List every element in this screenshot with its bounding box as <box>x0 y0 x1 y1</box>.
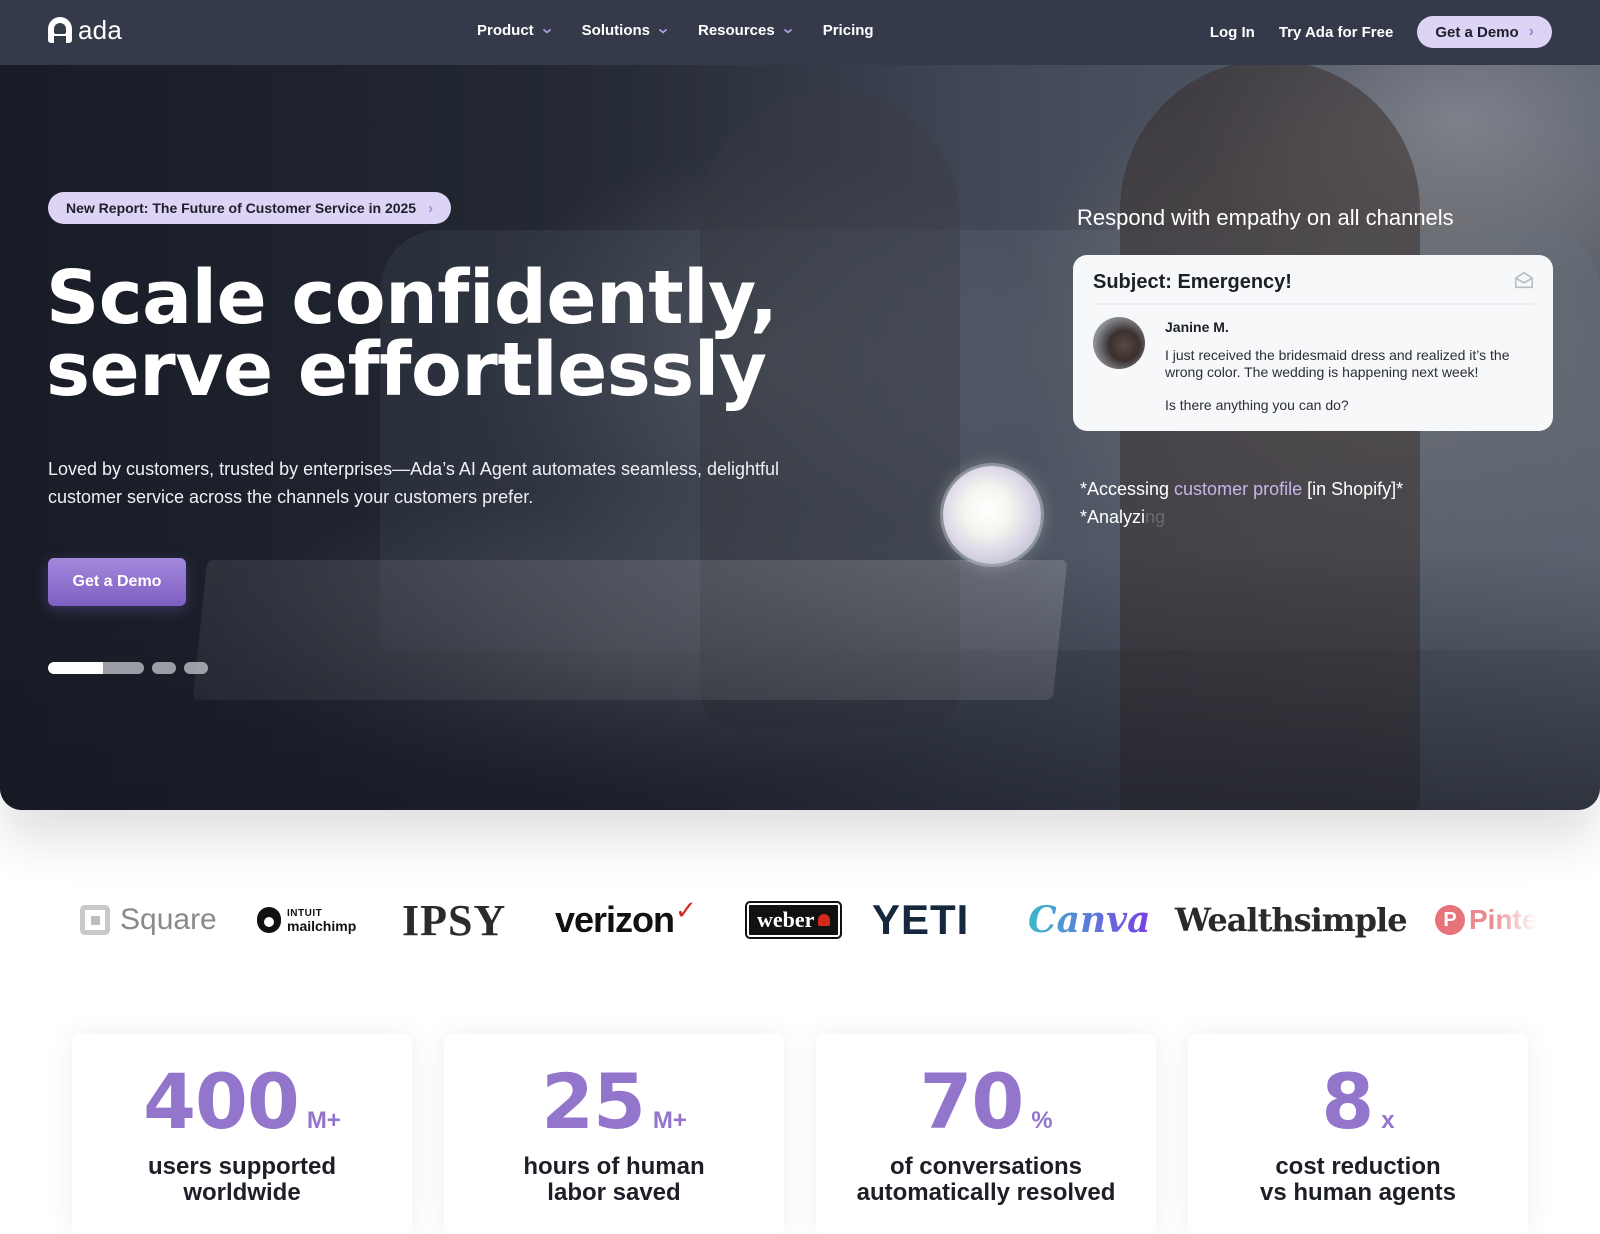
nav-product[interactable]: Product <box>477 22 552 39</box>
nav-resources[interactable]: Resources <box>698 22 793 39</box>
new-report-label: New Report: The Future of Customer Servi… <box>66 200 417 216</box>
nav-actions: Log In Try Ada for Free Get a Demo › <box>1210 16 1552 48</box>
grill-icon <box>818 914 831 926</box>
chevron-right-icon: › <box>1528 23 1534 40</box>
carousel-indicators <box>48 662 208 674</box>
nav-solutions-label: Solutions <box>581 22 650 39</box>
chevron-down-icon <box>658 28 668 34</box>
logo-canva: Canva <box>1028 895 1150 945</box>
logo-verizon: verizon ✓ <box>555 894 697 945</box>
ai-status-typed: *Analyzi <box>1080 507 1146 527</box>
stats-section: 400 M+ users supported worldwide 25 M+ hour… <box>72 1034 1528 1234</box>
stat-unit: % <box>1031 1107 1053 1134</box>
email-body: I just received the bridesmaid dress and… <box>1165 347 1510 380</box>
main-menu: Product Solutions Resources Pricing <box>477 22 904 39</box>
stat-unit: M+ <box>652 1107 687 1134</box>
nav-get-demo-button[interactable]: Get a Demo › <box>1417 16 1552 48</box>
chevron-right-icon: › <box>428 199 434 217</box>
stat-label: of conversations automatically resolved <box>856 1153 1116 1206</box>
logo-pinterest-text: Pinte <box>1469 904 1538 935</box>
logo-wealthsimple: Wealthsimple <box>1175 901 1408 939</box>
stat-value: 8 <box>1321 1057 1374 1146</box>
stat-card: 25 M+ hours of human labor saved <box>444 1034 784 1234</box>
ada-logo[interactable]: ada <box>48 17 122 43</box>
carousel-progress-fill <box>48 662 103 674</box>
ai-status-highlight: customer profile <box>1174 479 1303 499</box>
logo-text: ada <box>78 15 122 45</box>
ai-status-ghost: ng <box>1145 507 1166 527</box>
email-preview-card: Subject: Emergency! Janine M. I just rec… <box>1073 255 1553 431</box>
chevron-down-icon <box>783 28 792 34</box>
nav-resources-label: Resources <box>698 22 775 39</box>
stat-card: 400 M+ users supported worldwide <box>72 1034 412 1234</box>
ai-status-prefix: *Accessing <box>1080 479 1175 499</box>
headline-line-2: serve effortlessly <box>46 327 767 413</box>
square-icon <box>80 905 110 935</box>
carousel-dot-2[interactable] <box>152 662 176 674</box>
email-question: Is there anything you can do? <box>1165 397 1349 413</box>
stat-unit: x <box>1381 1107 1395 1134</box>
stat-card: 70% of conversations automatically resolv… <box>816 1034 1156 1234</box>
stat-value: 400 <box>143 1057 300 1146</box>
sender-avatar <box>1093 317 1145 369</box>
nav-solutions[interactable]: Solutions <box>582 22 668 39</box>
chevron-down-icon <box>542 28 551 34</box>
logo-square-text: Square <box>120 903 217 936</box>
mailchimp-icon <box>257 907 281 933</box>
stat-label: cost reduction vs human agents <box>1259 1153 1457 1206</box>
ada-logo-icon <box>48 17 72 43</box>
stat-label: hours of human labor saved <box>523 1153 705 1206</box>
logo-yeti: YETI <box>872 896 970 943</box>
customer-logos: Square INTUIT mailchimp IPSY verizon ✓ we… <box>80 894 1537 955</box>
logo-verizon-text: verizon <box>555 899 675 940</box>
nav-pricing-label: Pricing <box>822 22 874 39</box>
try-free-link[interactable]: Try Ada for Free <box>1279 24 1393 41</box>
hero-subtext: Loved by customers, trusted by enterpris… <box>48 459 780 507</box>
login-link[interactable]: Log In <box>1210 24 1255 41</box>
hero-overlay-bottom <box>0 550 1600 810</box>
nav-get-demo-label: Get a Demo <box>1435 23 1519 41</box>
new-report-banner[interactable]: New Report: The Future of Customer Servi… <box>48 192 452 224</box>
carousel-dot-1[interactable] <box>48 662 144 674</box>
logo-ipsy: IPSY <box>402 895 507 945</box>
stat-value: 70 <box>919 1057 1024 1146</box>
ai-status-line-2: *Analyzing <box>1080 503 1403 531</box>
carousel-dot-3[interactable] <box>184 662 208 674</box>
hero-headline: Scale confidently, serve effortlessly <box>46 255 778 413</box>
pinterest-icon: P <box>1435 905 1465 935</box>
ai-agent-orb <box>943 466 1041 564</box>
ai-status-suffix: [in Shopify]* <box>1302 479 1404 499</box>
envelope-open-icon <box>1514 271 1534 289</box>
logo-mailchimp-text: mailchimp <box>287 918 357 934</box>
stat-label: users supported worldwide <box>147 1153 337 1206</box>
logo-mailchimp: INTUIT mailchimp <box>257 895 356 945</box>
top-nav: ada Product Solutions Resources Pricing … <box>0 0 1600 65</box>
logo-pinterest: P Pinte <box>1435 895 1537 945</box>
logo-square: Square <box>80 895 217 945</box>
nav-product-label: Product <box>477 22 534 39</box>
verizon-check-icon: ✓ <box>675 894 697 925</box>
channel-caption: Respond with empathy on all channels <box>1077 205 1454 230</box>
logo-weber: weber <box>744 895 843 945</box>
ai-status-line-1: *Accessing customer profile [in Shopify]… <box>1080 475 1403 503</box>
nav-pricing[interactable]: Pricing <box>823 22 874 39</box>
hero-section: New Report: The Future of Customer Servi… <box>0 0 1600 810</box>
hero-get-demo-button[interactable]: Get a Demo <box>48 558 186 606</box>
stat-unit: M+ <box>306 1107 341 1134</box>
ai-status-text: *Accessing customer profile [in Shopify]… <box>1080 475 1403 531</box>
logo-weber-text: weber <box>757 907 815 932</box>
stat-card: 8x cost reduction vs human agents <box>1188 1034 1528 1234</box>
email-subject: Subject: Emergency! <box>1093 271 1292 293</box>
email-sender: Janine M. <box>1165 319 1229 335</box>
email-divider <box>1093 303 1533 305</box>
headline-line-1: Scale confidently, <box>46 255 778 341</box>
stat-value: 25 <box>541 1057 646 1146</box>
